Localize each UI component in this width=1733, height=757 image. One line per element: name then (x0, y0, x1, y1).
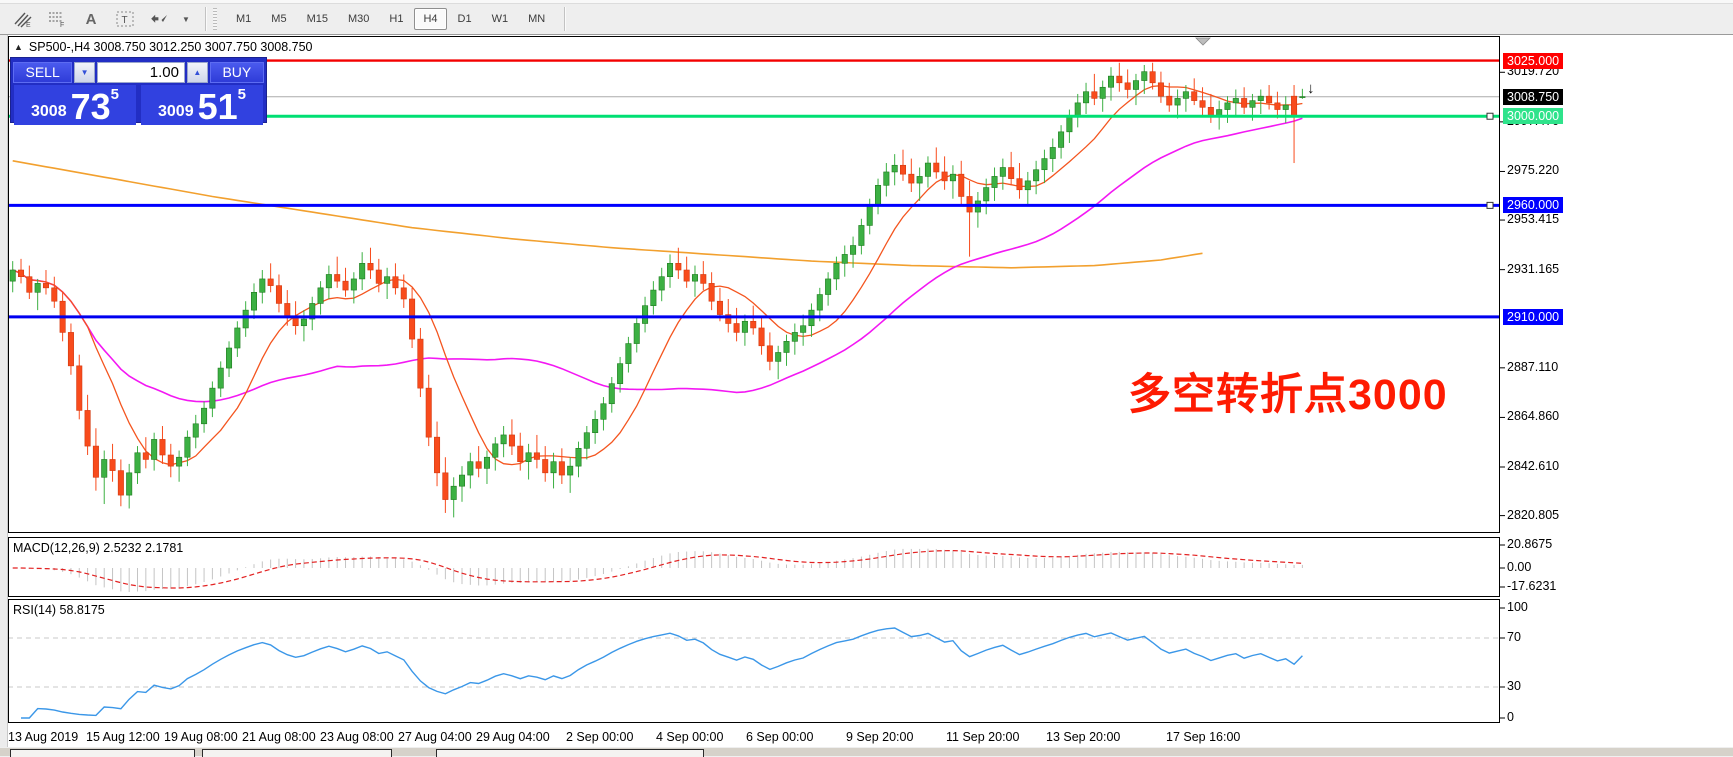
trade-panel-quotes: 3008 73 5 3009 51 5 (11, 83, 266, 127)
sell-price-big: 73 (71, 91, 111, 123)
chart-tab-stub[interactable] (436, 749, 704, 757)
price-badge: 2960.000 (1503, 197, 1563, 213)
time-axis-label: 2 Sep 00:00 (566, 730, 633, 744)
sell-price-small: 3008 (31, 101, 67, 123)
price-badge: 3025.000 (1503, 53, 1563, 69)
rsi-tick-label: 0 (1507, 710, 1514, 724)
chart-tab-stub[interactable] (202, 749, 392, 757)
time-axis-label: 17 Sep 16:00 (1166, 730, 1240, 744)
buy-price-small: 3009 (158, 101, 194, 123)
sell-quote[interactable]: 3008 73 5 (14, 85, 136, 125)
rsi-tick-label: 70 (1507, 630, 1521, 644)
rsi-label: RSI(14) 58.8175 (13, 603, 105, 617)
time-axis-label: 27 Aug 04:00 (398, 730, 472, 744)
chart-tab-stub[interactable] (10, 749, 195, 757)
chart-text-annotation[interactable]: 多空转折点3000 (1128, 360, 1448, 422)
volume-decrease-button[interactable]: ▼ (74, 62, 95, 83)
trade-panel-controls: SELL ▼ ▲ BUY (11, 58, 266, 83)
buy-button[interactable]: BUY (210, 62, 264, 83)
price-badge: 2910.000 (1503, 309, 1563, 325)
symbol-ohlc-text: SP500-,H4 3008.750 3012.250 3007.750 300… (29, 40, 313, 54)
sell-price-sup: 5 (111, 87, 119, 102)
price-badge: 3000.000 (1503, 108, 1563, 124)
macd-tick-label: 0.00 (1507, 560, 1531, 574)
buy-quote[interactable]: 3009 51 5 (141, 85, 263, 125)
macd-label: MACD(12,26,9) 2.5232 2.1781 (13, 541, 183, 555)
buy-price-big: 51 (198, 91, 238, 123)
price-tick-label: 2820.805 (1507, 508, 1559, 522)
cursor-arrow-mark: ↓ (1307, 80, 1315, 97)
price-tick-label: 2887.110 (1507, 360, 1558, 374)
time-axis-label: 21 Aug 08:00 (242, 730, 316, 744)
rsi-tick-label: 30 (1507, 679, 1521, 693)
time-axis-label: 9 Sep 20:00 (846, 730, 913, 744)
price-tick-label: 2864.860 (1507, 409, 1559, 423)
collapse-arrow-icon[interactable]: ▲ (14, 42, 23, 52)
chart-header: ▲ SP500-,H4 3008.750 3012.250 3007.750 3… (14, 40, 313, 54)
time-axis-label: 13 Aug 2019 (8, 730, 78, 744)
price-tick-label: 2975.220 (1507, 163, 1559, 177)
sell-button[interactable]: SELL (13, 62, 72, 83)
time-axis-label: 13 Sep 20:00 (1046, 730, 1120, 744)
price-tick-label: 2931.165 (1507, 262, 1559, 276)
time-axis-label: 15 Aug 12:00 (86, 730, 160, 744)
macd-tick-label: -17.6231 (1507, 579, 1556, 593)
price-badge: 3008.750 (1503, 89, 1563, 105)
time-axis-label: 19 Aug 08:00 (164, 730, 238, 744)
volume-increase-button[interactable]: ▲ (187, 62, 208, 83)
time-axis-label: 29 Aug 04:00 (476, 730, 550, 744)
time-axis-label: 4 Sep 00:00 (656, 730, 723, 744)
price-tick-label: 2842.610 (1507, 459, 1559, 473)
one-click-trade-panel: SELL ▼ ▲ BUY 3008 73 5 3009 51 5 (10, 57, 267, 123)
price-tick-label: 2953.415 (1507, 212, 1559, 226)
buy-price-sup: 5 (238, 87, 246, 102)
time-axis-label: 23 Aug 08:00 (320, 730, 394, 744)
macd-tick-label: 20.8675 (1507, 537, 1552, 551)
time-axis-label: 11 Sep 20:00 (946, 730, 1019, 744)
time-axis-label: 6 Sep 00:00 (746, 730, 813, 744)
volume-input[interactable] (97, 62, 185, 83)
rsi-tick-label: 100 (1507, 600, 1528, 614)
